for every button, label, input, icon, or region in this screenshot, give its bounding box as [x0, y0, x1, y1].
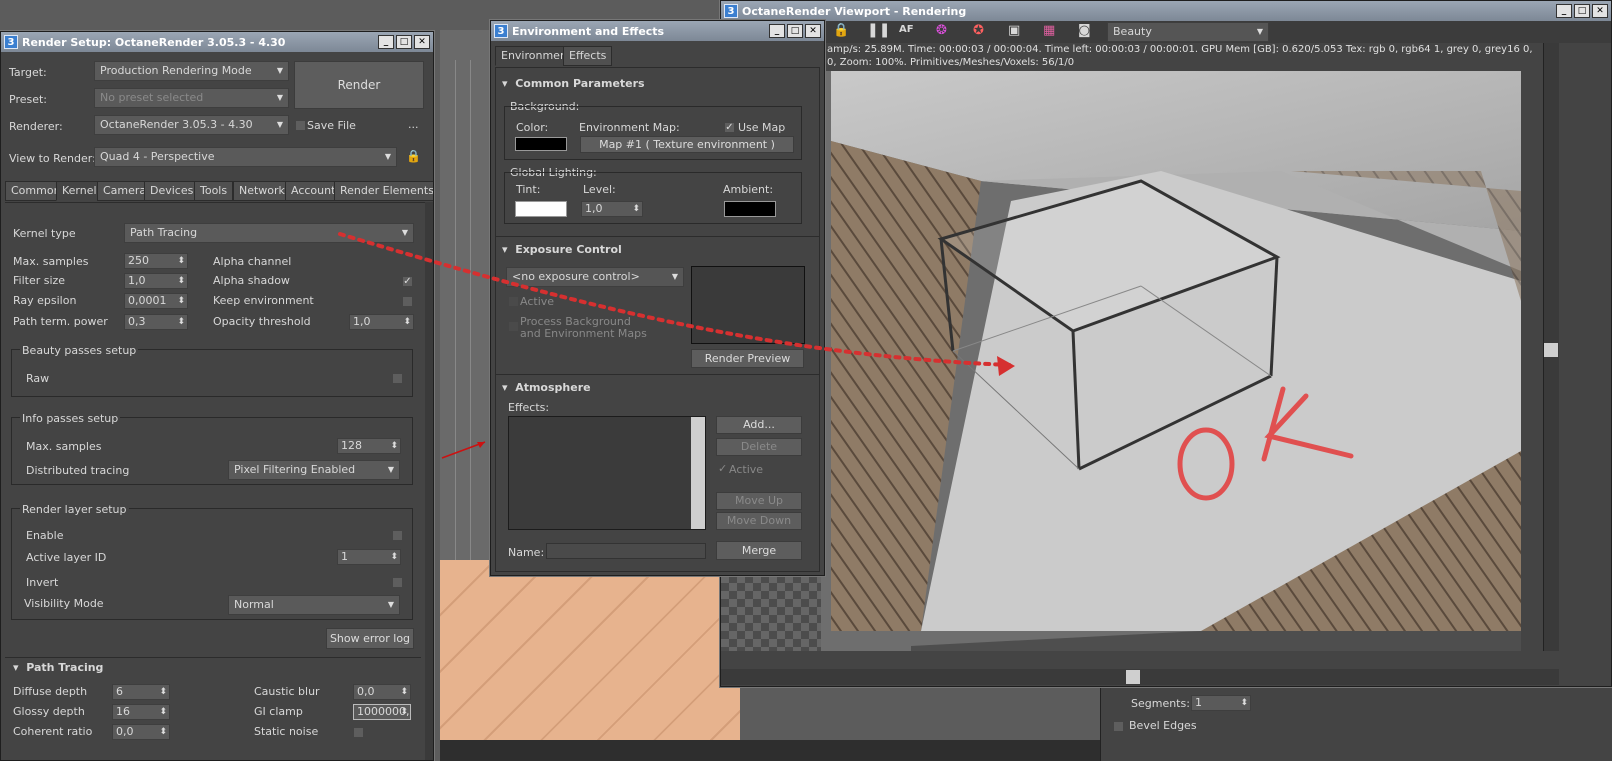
annotation-arrow [338, 232, 1015, 376]
